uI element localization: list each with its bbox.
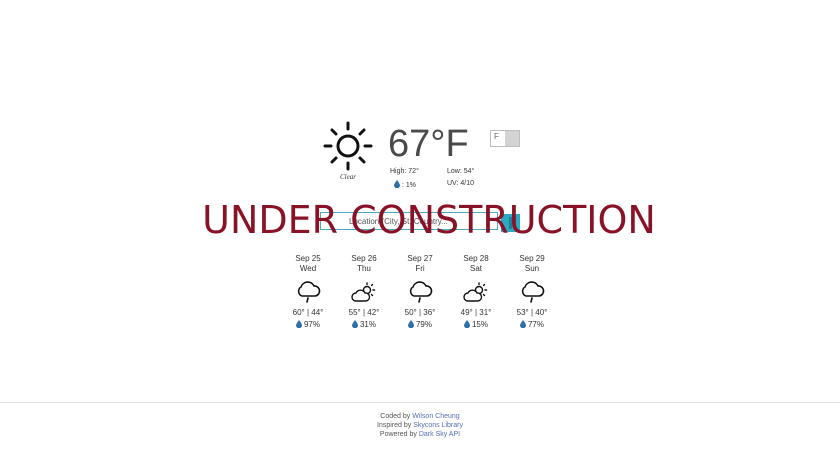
forecast-precip: 77% — [508, 319, 556, 331]
forecast-date: Sep 26 — [351, 254, 377, 263]
low-temp: Low: 54° — [447, 168, 475, 175]
forecast-day: Sep 26 Thu 55° | 42° 31% — [340, 254, 388, 331]
dark-sky-link[interactable]: Dark Sky API — [419, 431, 460, 438]
partly-cloudy-day-icon — [463, 281, 489, 305]
forecast-hilo: 53° | 40° — [516, 308, 548, 317]
forecast-weekday: Wed — [299, 264, 317, 273]
location-input[interactable] — [320, 212, 498, 230]
footer-powered: Powered by Dark Sky API — [0, 430, 840, 439]
search-button-bar — [509, 217, 512, 229]
forecast-precip-value: 79% — [415, 320, 432, 329]
forecast-precip-value: 77% — [527, 320, 544, 329]
unit-toggle-label: F — [494, 132, 499, 141]
cloud-drizzle-icon — [407, 281, 433, 305]
current-temperature: 67°F — [388, 123, 469, 165]
forecast-precip-value: 97% — [303, 320, 320, 329]
forecast-precip: 31% — [340, 319, 388, 331]
footer-divider — [0, 402, 840, 403]
author-link[interactable]: Wilson Cheung — [412, 413, 459, 420]
precip-value: : 1% — [402, 182, 417, 189]
raindrop-icon — [519, 320, 526, 328]
raindrop-icon — [351, 320, 358, 328]
raindrop-icon — [295, 320, 302, 328]
forecast-hilo: 55° | 42° — [348, 308, 380, 317]
forecast-day: Sep 27 Fri 50° | 36° 79% — [396, 254, 444, 331]
forecast-precip-value: 15% — [471, 320, 488, 329]
partly-cloudy-day-icon — [351, 281, 377, 305]
forecast-date: Sep 27 — [407, 254, 433, 263]
forecast-day: Sep 25 Wed 60° | 44° 97% — [284, 254, 332, 331]
footer: Coded by Wilson Cheung Inspired by Skyco… — [0, 412, 840, 439]
forecast-weekday: Fri — [415, 264, 425, 273]
skycons-link[interactable]: Skycons Library — [413, 422, 463, 429]
toggle-knob — [505, 131, 519, 146]
footer-coded: Coded by Wilson Cheung — [0, 412, 840, 421]
cloud-drizzle-icon — [519, 281, 545, 305]
forecast-precip: 15% — [452, 319, 500, 331]
current-weather: Clear 67°F F High: 72° Low: 54° : 1% UV:… — [320, 118, 540, 198]
precip-chance: : 1% — [394, 180, 416, 189]
raindrop-icon — [407, 320, 414, 328]
forecast-precip: 97% — [284, 319, 332, 331]
forecast-hilo: 49° | 31° — [460, 308, 492, 317]
footer-inspired: Inspired by Skycons Library — [0, 421, 840, 430]
footer-powered-text: Powered by — [379, 431, 419, 438]
forecast-weekday: Thu — [357, 264, 371, 273]
footer-inspired-text: Inspired by — [377, 422, 414, 429]
footer-coded-text: Coded by — [380, 413, 413, 420]
forecast-day: Sep 28 Sat 49° | 31° 15% — [452, 254, 500, 331]
forecast-precip-value: 31% — [359, 320, 376, 329]
forecast-day: Sep 29 Sun 53° | 40° 77% — [508, 254, 556, 331]
unit-toggle[interactable]: F — [490, 130, 520, 147]
forecast-hilo: 50° | 36° — [404, 308, 436, 317]
uv-index: UV: 4/10 — [447, 180, 474, 187]
raindrop-icon — [394, 180, 400, 188]
location-search — [320, 212, 520, 232]
forecast-date: Sep 29 — [519, 254, 545, 263]
forecast-precip: 79% — [396, 319, 444, 331]
forecast-date: Sep 25 — [295, 254, 321, 263]
cloud-drizzle-icon — [295, 281, 321, 305]
forecast-weekday: Sun — [524, 264, 540, 273]
condition-label: Clear — [340, 173, 356, 181]
search-button[interactable] — [501, 214, 520, 232]
forecast-hilo: 60° | 44° — [292, 308, 324, 317]
forecast-date: Sep 28 — [463, 254, 489, 263]
clear-day-sun-icon — [320, 118, 380, 180]
high-temp: High: 72° — [390, 168, 419, 175]
forecast-weekday: Sat — [469, 264, 482, 273]
raindrop-icon — [463, 320, 470, 328]
